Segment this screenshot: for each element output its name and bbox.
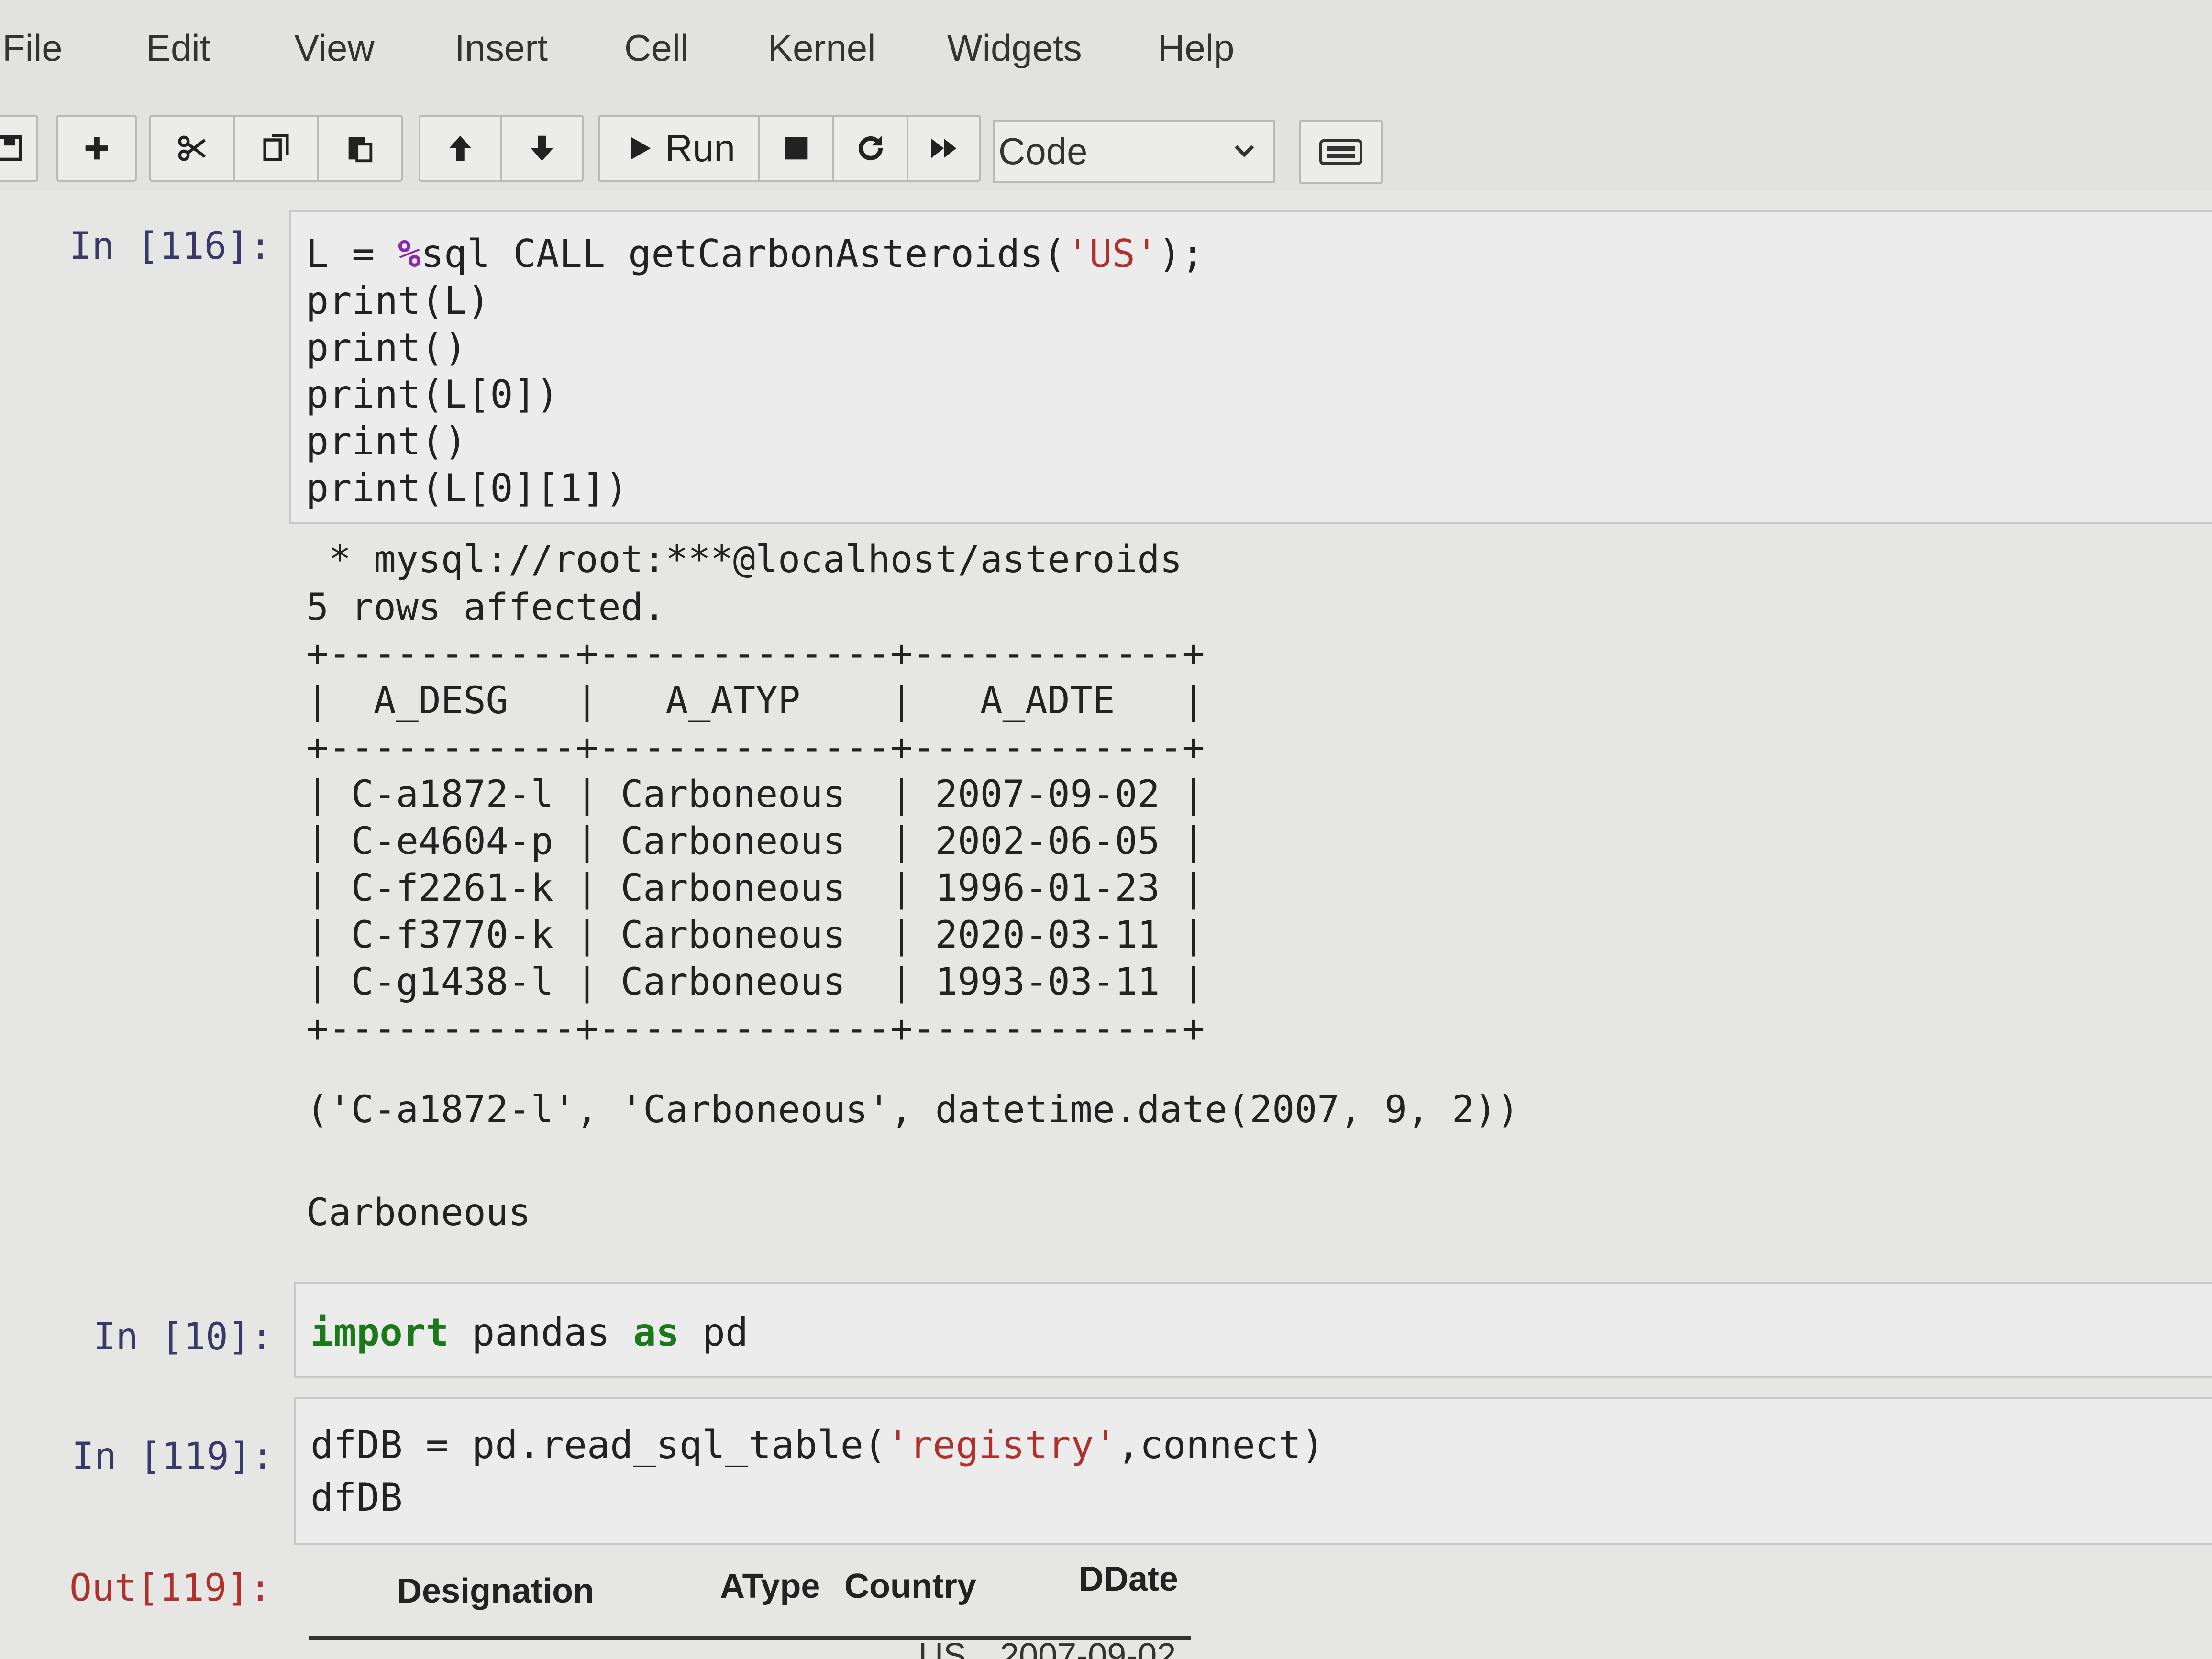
play-icon (631, 137, 651, 160)
output-prompt: Out[119]: (69, 1567, 272, 1610)
output-line: Carboneous (306, 1191, 531, 1234)
save-button[interactable] (0, 117, 36, 180)
copy-button[interactable] (235, 117, 319, 180)
move-up-button[interactable] (420, 117, 502, 180)
cell-prompt: In [116]: (69, 225, 272, 268)
menu-bar: File Edit View Insert Cell Kernel Widget… (0, 0, 2212, 110)
column-header: Country (844, 1567, 976, 1605)
code-line: print(L[0]) (306, 372, 559, 417)
command-palette-button[interactable] (1299, 120, 1382, 184)
code-line: print(L[0][1]) (306, 466, 629, 510)
menu-help[interactable]: Help (1158, 26, 1234, 70)
cell-type-select[interactable]: Code (993, 120, 1275, 183)
menu-view[interactable]: View (294, 26, 375, 70)
run-label: Run (665, 127, 735, 169)
menu-insert[interactable]: Insert (454, 26, 548, 70)
code-line: dfDB (310, 1475, 403, 1520)
insert-group (56, 115, 137, 182)
scissors-icon (178, 135, 206, 161)
menu-kernel[interactable]: Kernel (768, 26, 875, 70)
copy-icon (263, 134, 289, 161)
table-border: +-----------+-------------+------------+ (306, 632, 1205, 675)
restart-run-all-button[interactable] (908, 117, 979, 180)
table-border: +-----------+-------------+------------+ (306, 1007, 1205, 1051)
refresh-icon (858, 135, 883, 161)
table-header: | A_DESG | A_ATYP | A_ADTE | (306, 679, 1205, 722)
plus-icon (85, 137, 108, 160)
code-cell-input[interactable]: dfDB = pd.read_sql_table('registry',conn… (294, 1397, 2212, 1545)
menu-cell[interactable]: Cell (624, 26, 688, 70)
code-line: print() (306, 325, 467, 370)
output-line: 5 rows affected. (306, 586, 666, 629)
cell-prompt: In [119]: (72, 1435, 274, 1478)
run-group: Run (598, 115, 981, 182)
paste-icon (348, 137, 373, 163)
interrupt-button[interactable] (760, 117, 834, 180)
cut-button[interactable] (151, 117, 235, 180)
cell-type-value: Code (998, 130, 1088, 172)
save-icon (0, 135, 22, 161)
stop-icon (785, 137, 807, 160)
menu-file[interactable]: File (2, 26, 63, 70)
save-group (0, 115, 38, 182)
keyboard-icon (1319, 139, 1362, 165)
move-down-button[interactable] (502, 117, 582, 180)
table-border: +-----------+-------------+------------+ (306, 726, 1205, 769)
code-line: print() (306, 419, 467, 464)
edit-group (149, 115, 403, 182)
move-group (419, 115, 584, 182)
chevron-down-icon (1234, 145, 1254, 157)
arrow-down-icon (531, 135, 553, 161)
table-row: | C-f3770-k | Carboneous | 2020-03-11 | (306, 914, 1205, 957)
insert-cell-button[interactable] (58, 117, 135, 180)
code-line: L = %sql CALL getCarbonAsteroids('US'); (306, 232, 1205, 276)
output-line: * mysql://root:***@localhost/asteroids (306, 538, 1183, 581)
column-header: Designation (397, 1572, 595, 1610)
code-cell-input[interactable]: import pandas as pd (294, 1282, 2212, 1378)
table-row: | C-g1438-l | Carboneous | 1993-03-11 | (306, 961, 1205, 1004)
code-line: import pandas as pd (310, 1310, 749, 1355)
code-cell-input[interactable]: L = %sql CALL getCarbonAsteroids('US'); … (289, 210, 2212, 524)
notebook-page: File Edit View Insert Cell Kernel Widget… (0, 0, 2212, 1659)
cell-prompt: In [10]: (93, 1316, 273, 1359)
table-row: | C-e4604-p | Carboneous | 2002-06-05 | (306, 820, 1205, 863)
code-line: dfDB = pd.read_sql_table('registry',conn… (310, 1423, 1325, 1467)
table-row: | C-a1872-l | Carboneous | 2007-09-02 | (306, 773, 1205, 816)
fast-forward-icon (931, 138, 956, 158)
restart-button[interactable] (834, 117, 908, 180)
paste-button[interactable] (319, 117, 401, 180)
table-cell: 2007-09-02 (1000, 1637, 1176, 1659)
menu-edit[interactable]: Edit (146, 26, 210, 70)
column-header: DDate (1079, 1560, 1179, 1598)
run-button[interactable]: Run (600, 117, 760, 180)
output-line: ('C-a1872-l', 'Carboneous', datetime.dat… (306, 1088, 1519, 1131)
code-line: print(L) (306, 278, 490, 323)
column-header: AType (720, 1567, 820, 1605)
arrow-up-icon (449, 135, 472, 161)
table-cell: US (918, 1637, 967, 1659)
menu-widgets[interactable]: Widgets (947, 26, 1082, 70)
table-row: | C-f2261-k | Carboneous | 1996-01-23 | (306, 867, 1205, 910)
